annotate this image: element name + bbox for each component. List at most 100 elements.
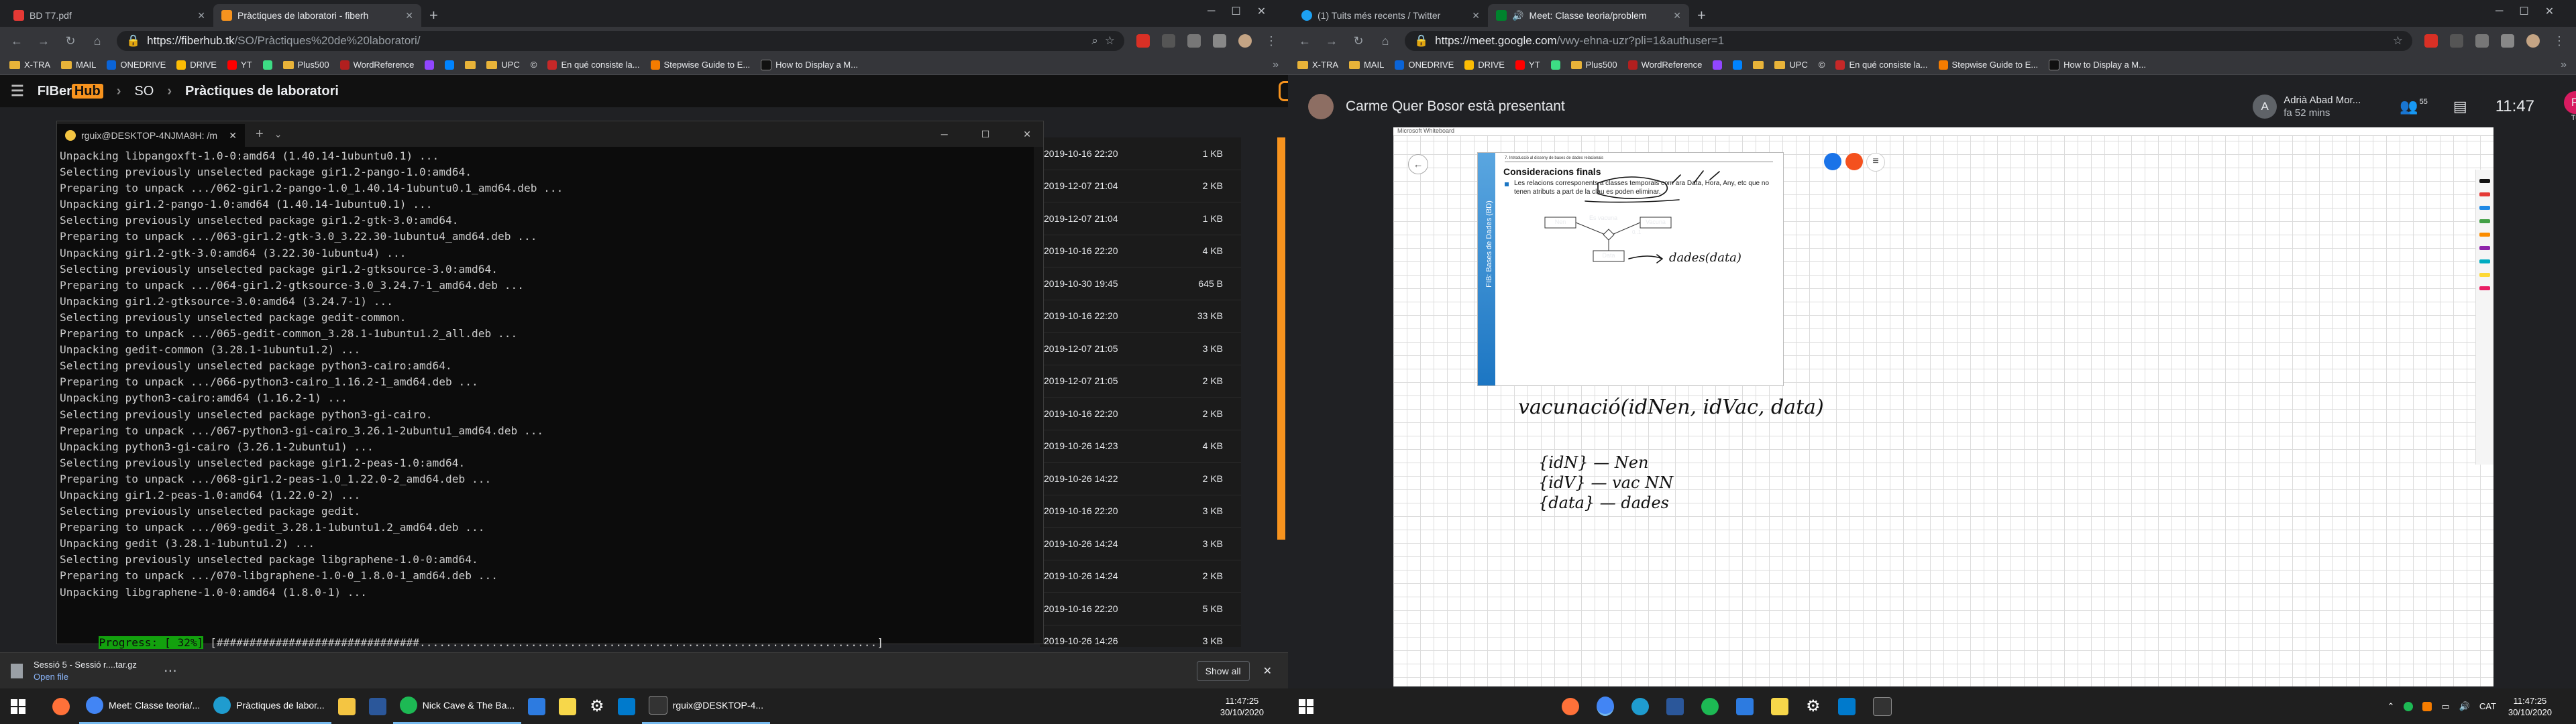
bookmark-messenger[interactable] <box>1733 60 1743 70</box>
pen-toolbar[interactable] <box>2475 170 2493 465</box>
bookmark-drive[interactable]: DRIVE <box>1464 60 1505 70</box>
volume-icon[interactable]: 🔊 <box>2459 701 2470 712</box>
tab-meet[interactable]: 🔊 Meet: Classe teoria/problem ✕ <box>1488 4 1689 27</box>
extension-dark-icon[interactable] <box>2450 34 2463 48</box>
spotify-icon[interactable] <box>1701 697 1719 715</box>
close-icon[interactable]: ✕ <box>197 10 205 21</box>
minimize-icon[interactable]: ─ <box>1208 5 1215 17</box>
extension-red-icon[interactable] <box>1136 34 1150 48</box>
file-row[interactable]: 2019-10-26 14:23 4 KB <box>1040 430 1241 463</box>
bookmark-copyright[interactable]: © <box>1819 60 1825 70</box>
bookmark-mail[interactable]: MAIL <box>61 60 96 70</box>
new-tab-button[interactable]: + <box>421 4 446 27</box>
chevron-up-icon[interactable]: ⌃ <box>2387 701 2394 712</box>
bookmark-onedrive[interactable]: ONEDRIVE <box>1395 60 1454 70</box>
self-tile[interactable]: R Tu <box>2564 91 2576 122</box>
extensions-icon[interactable] <box>1213 34 1226 48</box>
taskbar-spotify[interactable]: Nick Cave & The Ba... <box>392 688 522 724</box>
bookmarks-overflow-icon[interactable]: » <box>2561 59 2567 71</box>
minimize-icon[interactable]: ─ <box>2496 5 2503 17</box>
left-clock[interactable]: 11:47:25 30/10/2020 <box>1220 695 1264 718</box>
bookmark-plus500[interactable]: Plus500 <box>1570 60 1617 70</box>
edge-icon[interactable] <box>1631 697 1649 715</box>
close-icon[interactable]: ✕ <box>1673 10 1681 21</box>
terminal-icon[interactable] <box>1872 697 1892 716</box>
bookmark-plus500[interactable]: Plus500 <box>282 60 329 70</box>
extensions-icon[interactable] <box>2501 34 2514 48</box>
bookmark-android[interactable] <box>1550 60 1560 70</box>
pen-tool-icon[interactable] <box>2479 259 2490 263</box>
bookmark-drive[interactable]: DRIVE <box>176 60 217 70</box>
bookmark-how-to-display[interactable]: How to Display a M... <box>2049 59 2146 70</box>
pen-tool-icon[interactable] <box>2479 206 2490 210</box>
menu-icon[interactable]: ⋮ <box>1264 34 1279 48</box>
settings-icon[interactable]: ⚙ <box>590 697 604 716</box>
show-all-button[interactable]: Show all <box>1196 660 1250 681</box>
close-icon[interactable]: ✕ <box>229 130 237 141</box>
reload-icon[interactable]: ↻ <box>63 34 78 48</box>
participant-chip[interactable]: A Adrià Abad Mor... fa 52 mins <box>2253 94 2361 119</box>
file-row[interactable]: 2019-10-16 22:20 4 KB <box>1040 235 1241 267</box>
bookmark-upc[interactable]: UPC <box>1774 60 1808 70</box>
bookmark-stepwise[interactable]: Stepwise Guide to E... <box>650 60 750 70</box>
bookmark-onedrive[interactable]: ONEDRIVE <box>107 60 166 70</box>
close-window-icon[interactable]: ✕ <box>1257 5 1266 18</box>
file-row[interactable]: 2019-12-07 21:05 3 KB <box>1040 333 1241 365</box>
maximize-icon[interactable]: ☐ <box>1231 5 1240 18</box>
people-button[interactable]: 👥 55 <box>2400 98 2428 115</box>
taskbar-meet[interactable]: Meet: Classe teoria/... <box>79 688 207 724</box>
chrome-icon[interactable] <box>1597 697 1614 716</box>
terminal-output[interactable]: Unpacking libpangoxft-1.0-0:amd64 (1.40.… <box>57 147 1043 601</box>
vscode-icon[interactable] <box>617 697 635 715</box>
forward-icon[interactable]: → <box>36 34 51 48</box>
pen-tool-icon[interactable] <box>2479 179 2490 183</box>
file-explorer-icon[interactable] <box>337 697 356 715</box>
terminal-tab[interactable]: rguix@DESKTOP-4NJMA8H: /m ✕ <box>57 124 245 147</box>
hamburger-icon[interactable]: ☰ <box>11 82 24 100</box>
fiberhub-logo[interactable]: FIBer Hub <box>38 83 103 99</box>
bookmark-xtra[interactable]: X-TRA <box>9 60 50 70</box>
bookmark-how-to-display[interactable]: How to Display a M... <box>761 59 858 70</box>
bookmark-twitch[interactable] <box>1713 60 1723 70</box>
file-row[interactable]: 2019-12-07 21:04 1 KB <box>1040 202 1241 235</box>
close-icon[interactable]: ✕ <box>405 10 413 21</box>
bookmark-wordreference[interactable]: WordReference <box>339 60 414 70</box>
close-window-icon[interactable]: ✕ <box>1023 129 1031 140</box>
tab-twitter[interactable]: (1) Tuits més recents / Twitter ✕ <box>1293 4 1488 27</box>
file-row[interactable]: 2019-10-26 14:22 2 KB <box>1040 463 1241 495</box>
word-icon[interactable] <box>1666 697 1684 715</box>
file-row[interactable]: 2019-10-30 19:45 645 B <box>1040 267 1241 300</box>
windows-start-icon[interactable] <box>11 699 25 714</box>
terminal-scrollbar[interactable] <box>1034 147 1043 644</box>
bookmark-android[interactable] <box>262 60 272 70</box>
menu-icon[interactable]: ⋮ <box>2552 34 2567 48</box>
chevron-down-icon[interactable]: ⌄ <box>274 129 282 140</box>
bookmark-copyright[interactable]: © <box>531 60 537 70</box>
bookmark-upc[interactable]: UPC <box>486 60 520 70</box>
minimize-icon[interactable]: ─ <box>941 129 948 139</box>
breadcrumb-so[interactable]: SO <box>134 84 154 99</box>
file-row[interactable]: 2019-10-26 14:24 2 KB <box>1040 560 1241 593</box>
file-row[interactable]: 2019-10-16 22:20 5 KB <box>1040 593 1241 625</box>
bookmark-folder[interactable] <box>465 60 476 69</box>
close-window-icon[interactable]: ✕ <box>2545 5 2554 18</box>
whiteboard-canvas[interactable]: Microsoft Whiteboard ← ≡ FIB: Bases de D… <box>1393 127 2493 686</box>
pen-tool-icon[interactable] <box>2479 233 2490 237</box>
firefox-icon[interactable] <box>1562 697 1579 715</box>
settings-menu-icon[interactable]: ≡ <box>1866 153 1885 172</box>
file-row[interactable]: 2019-10-16 22:20 1 KB <box>1040 137 1241 170</box>
extension-gray-icon[interactable] <box>1187 34 1201 48</box>
right-clock[interactable]: 11:47:25 30/10/2020 <box>2508 695 2552 718</box>
file-row[interactable]: 2019-10-16 22:20 33 KB <box>1040 300 1241 333</box>
file-row[interactable]: 2019-10-16 22:20 2 KB <box>1040 398 1241 430</box>
app-blue-icon[interactable] <box>1736 697 1754 715</box>
extension-red-icon[interactable] <box>2424 34 2438 48</box>
chat-icon[interactable]: ▤ <box>2453 98 2467 115</box>
word-icon[interactable] <box>368 697 386 715</box>
star-icon[interactable]: ☆ <box>2393 34 2403 48</box>
bookmark-folder[interactable] <box>1753 60 1764 69</box>
new-terminal-tab-icon[interactable]: + <box>256 127 264 142</box>
home-icon[interactable]: ⌂ <box>1378 34 1393 48</box>
windows-start-icon[interactable] <box>1299 699 1313 714</box>
address-bar[interactable]: 🔒 https://fiberhub.tk/SO/Pràctiques%20de… <box>117 31 1124 51</box>
